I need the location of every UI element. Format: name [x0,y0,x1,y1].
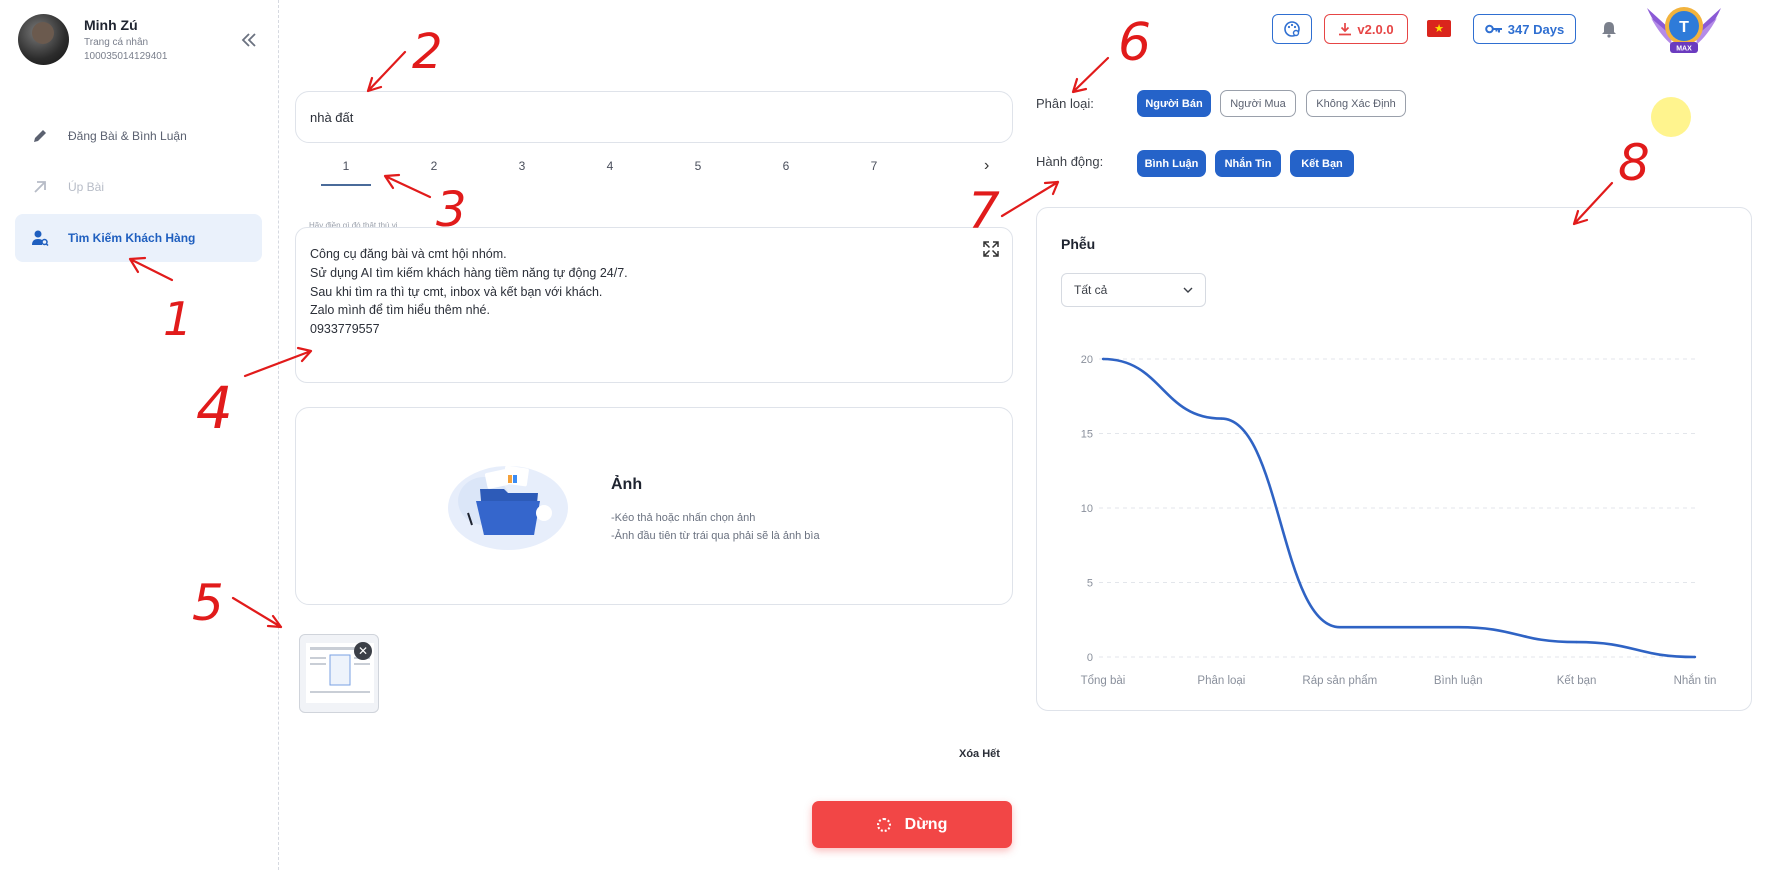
collapse-sidebar-button[interactable] [238,29,260,51]
sidebar: Minh Zú Trang cá nhân 100035014129401 Đă… [0,0,279,870]
x-tick-label: Phân loại [1197,675,1245,687]
funnel-panel: Phễu Tất cả 0 5 10 15 20 Tổng bài Phân loại Ráp… [1036,207,1752,711]
annotation-label: 2 [412,24,443,80]
dropzone-title: Ảnh [611,476,643,493]
spinner-icon [876,817,891,832]
category-chip-seller[interactable]: Người Bán [1137,90,1211,117]
language-vietnam-flag[interactable]: ★ [1427,20,1451,37]
funnel-point [1575,640,1578,644]
dropzone-hint: -Ảnh đầu tiên từ trái qua phải sẽ là ảnh… [611,530,820,542]
message-line: 0933779557 [310,322,380,337]
page-5[interactable]: 5 [683,159,713,173]
sidebar-item-find-customers[interactable]: Tìm Kiếm Khách Hàng [15,214,262,262]
sidebar-item-label: Tìm Kiếm Khách Hàng [68,231,196,245]
page-4[interactable]: 4 [595,159,625,173]
message-line: Zalo mình để tìm hiểu thêm nhé. [310,303,490,318]
flag-star-icon: ★ [1434,23,1444,35]
key-icon [1484,24,1502,34]
annotation-label: 6 [1118,13,1151,73]
profile-id: 100035014129401 [84,51,168,62]
funnel-point [1693,655,1697,659]
cursor-highlight [1651,97,1691,137]
app-window: Minh Zú Trang cá nhân 100035014129401 Đă… [0,0,1770,870]
annotation-arrow [1071,56,1110,94]
version-label: v2.0.0 [1357,21,1394,37]
license-days-label: 347 Days [1507,21,1565,37]
page-2[interactable]: 2 [419,159,449,173]
funnel-point [1220,417,1223,420]
next-page-button[interactable]: › [984,157,989,175]
action-filter-label: Hành động: [1036,154,1104,169]
pencil-icon [30,126,50,146]
palette-icon [1284,21,1300,37]
x-tick-label: Tổng bài [1081,675,1126,687]
category-chip-buyer[interactable]: Người Mua [1220,90,1296,117]
version-update-button[interactable]: v2.0.0 [1324,14,1408,44]
y-tick-label: 0 [1087,652,1093,664]
profile-text: Minh Zú Trang cá nhân 100035014129401 [84,17,167,62]
category-filter-label: Phân loại: [1036,96,1094,111]
funnel-chart: 0 5 10 15 20 Tổng bài Phân loại Ráp sản phẩm Bìn… [1081,354,1717,687]
funnel-point [1457,626,1460,629]
sidebar-nav: Đăng Bài & Bình Luận Úp Bài Tìm Kiếm Khá… [15,112,262,265]
message-line: Công cụ đăng bài và cmt hội nhóm. [310,247,507,261]
pagination: 1 2 3 4 5 6 7 › [320,153,1000,193]
annotation-arrow [366,50,407,93]
message-line: Sau khi tìm ra thì tự cmt, inbox và kết … [310,284,603,299]
sidebar-item-post-comment[interactable]: Đăng Bài & Bình Luận [15,112,262,160]
action-chip-add-friend[interactable]: Kết Bạn [1290,150,1354,177]
keyword-value: nhà đất [310,109,354,125]
x-tick-label: Ráp sản phẩm [1302,675,1377,687]
funnel-point [1338,626,1341,629]
folder-upload-illustration [448,465,568,550]
action-chip-comment[interactable]: Bình Luận [1137,150,1206,177]
sidebar-item-label: Úp Bài [68,180,105,194]
clear-all-button[interactable]: Xóa Hết [959,748,1000,760]
download-icon [1339,23,1352,36]
y-tick-label: 15 [1081,429,1093,441]
profile-subtitle: Trang cá nhân [84,37,149,48]
stop-button[interactable]: Dừng [812,801,1012,848]
double-chevron-left-icon [241,33,256,47]
keyword-input[interactable]: nhà đất [295,91,1013,143]
profile-name: Minh Zú [84,17,138,33]
page-1[interactable]: 1 [321,159,371,186]
x-tick-label: Bình luận [1434,675,1483,687]
page-7[interactable]: 7 [859,159,889,173]
theme-settings-button[interactable] [1272,14,1312,44]
arrow-up-right-icon [30,177,50,197]
y-tick-label: 10 [1081,503,1093,515]
badge-tier: MAX [1676,46,1692,53]
remove-image-button[interactable]: ✕ [354,642,372,660]
sidebar-item-label: Đăng Bài & Bình Luận [68,129,187,143]
dropzone-hint: -Kéo thả hoặc nhấn chọn ảnh [611,512,756,524]
message-textarea[interactable]: Công cụ đăng bài và cmt hội nhóm. Sử dụn… [295,227,1013,383]
page-3[interactable]: 3 [507,159,537,173]
badge-letter: T [1679,19,1689,36]
x-tick-label: Kết bạn [1557,675,1597,687]
expand-icon[interactable] [982,240,1000,258]
funnel-point [1101,357,1105,361]
image-thumbnail[interactable]: ✕ [299,634,379,713]
membership-badge[interactable]: T MAX [1643,0,1725,62]
action-chip-message[interactable]: Nhắn Tin [1215,150,1281,177]
stop-label: Dừng [904,815,948,833]
sidebar-item-upload[interactable]: Úp Bài [15,163,262,211]
page-6[interactable]: 6 [771,159,801,173]
license-days-button[interactable]: 347 Days [1473,14,1576,44]
annotation-label: 8 [1618,134,1650,192]
bell-icon [1602,22,1616,38]
x-tick-label: Nhắn tin [1674,674,1717,687]
category-chip-undefined[interactable]: Không Xác Định [1306,90,1406,117]
image-dropzone[interactable]: Ảnh -Kéo thả hoặc nhấn chọn ảnh -Ảnh đầu… [295,407,1013,605]
profile-block[interactable]: Minh Zú Trang cá nhân 100035014129401 [18,14,167,65]
message-line: Sử dụng AI tìm kiếm khách hàng tiềm năng… [310,265,628,280]
user-search-icon [30,228,50,248]
avatar[interactable] [18,14,69,65]
notifications-button[interactable] [1597,14,1621,44]
y-tick-label: 20 [1081,354,1093,366]
y-tick-label: 5 [1087,578,1093,590]
